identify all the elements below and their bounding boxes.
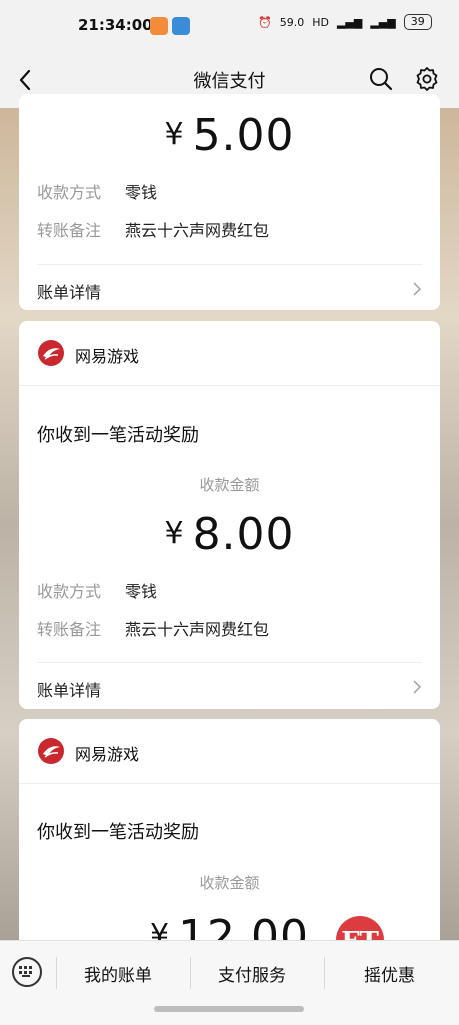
note-label: 转账备注 (37, 221, 102, 240)
method-value: 零钱 (125, 582, 158, 601)
home-indicator[interactable] (154, 1006, 304, 1012)
bill-details-link[interactable]: 账单详情 (37, 677, 101, 701)
menu-payment-services[interactable]: 支付服务 (218, 961, 286, 986)
notice-text: 你收到一笔活动奖励 (37, 822, 199, 843)
bill-details-link[interactable]: 账单详情 (37, 279, 101, 303)
menu-shake-offers[interactable]: 摇优惠 (364, 961, 415, 986)
amount-number: 5.00 (192, 110, 295, 161)
payment-card: ¥5.00 收款方式 零钱 转账备注 燕云十六声网费红包 账单详情 (19, 94, 440, 310)
card-header: 网易游戏 (19, 321, 440, 386)
notice-text: 你收到一笔活动奖励 (37, 425, 199, 446)
battery-indicator: 39 (403, 14, 432, 30)
status-time: 21:34:00 (78, 16, 153, 34)
netease-logo-icon (38, 340, 64, 366)
payment-card: 网易游戏 你收到一笔活动奖励 收款金额 ¥8.00 收款方式 零钱 转账备注 燕… (19, 321, 440, 709)
chevron-right-icon (413, 282, 422, 296)
status-bar: 21:34:00 ⏰ 59.0 HD ▂▄▆ ▂▄▆ 39 (0, 0, 459, 52)
divider (324, 957, 325, 989)
notification-app-icon (172, 17, 190, 35)
divider (37, 662, 422, 663)
currency-symbol: ¥ (164, 516, 185, 551)
note-label: 转账备注 (37, 620, 102, 639)
search-icon[interactable] (368, 66, 394, 92)
method-label: 收款方式 (37, 582, 102, 601)
chevron-right-icon (413, 680, 422, 694)
netease-logo-icon (38, 738, 64, 764)
note-value: 燕云十六声网费红包 (125, 221, 270, 240)
signal-icon: ▂▄▆ (336, 15, 363, 29)
amount-label: 收款金额 (199, 476, 260, 494)
keyboard-icon[interactable] (12, 957, 42, 987)
divider (37, 264, 422, 265)
hd-icon: HD (312, 15, 329, 29)
alarm-icon: ⏰ (258, 15, 272, 29)
amount-number: 8.00 (192, 509, 295, 560)
bottom-menu-bar: 我的账单 支付服务 摇优惠 (0, 940, 459, 1025)
amount-value: ¥5.00 (19, 110, 440, 161)
method-value: 零钱 (125, 183, 158, 202)
gear-icon[interactable] (414, 66, 440, 92)
divider (190, 957, 191, 989)
signal-icon: ▂▄▆ (370, 15, 396, 29)
brand-name: 网易游戏 (75, 745, 140, 764)
currency-symbol: ¥ (164, 117, 185, 152)
card-header: 网易游戏 (19, 719, 440, 784)
divider (56, 957, 57, 989)
net-speed: 59.0 (279, 15, 305, 29)
brand-name: 网易游戏 (75, 347, 140, 366)
amount-value: ¥8.00 (19, 509, 440, 560)
amount-label: 收款金额 (199, 874, 260, 892)
menu-my-bills[interactable]: 我的账单 (84, 961, 152, 986)
note-value: 燕云十六声网费红包 (125, 620, 270, 639)
status-indicators: ⏰ 59.0 HD ▂▄▆ ▂▄▆ 39 (258, 14, 432, 30)
method-label: 收款方式 (37, 183, 102, 202)
notification-app-icon (150, 17, 168, 35)
